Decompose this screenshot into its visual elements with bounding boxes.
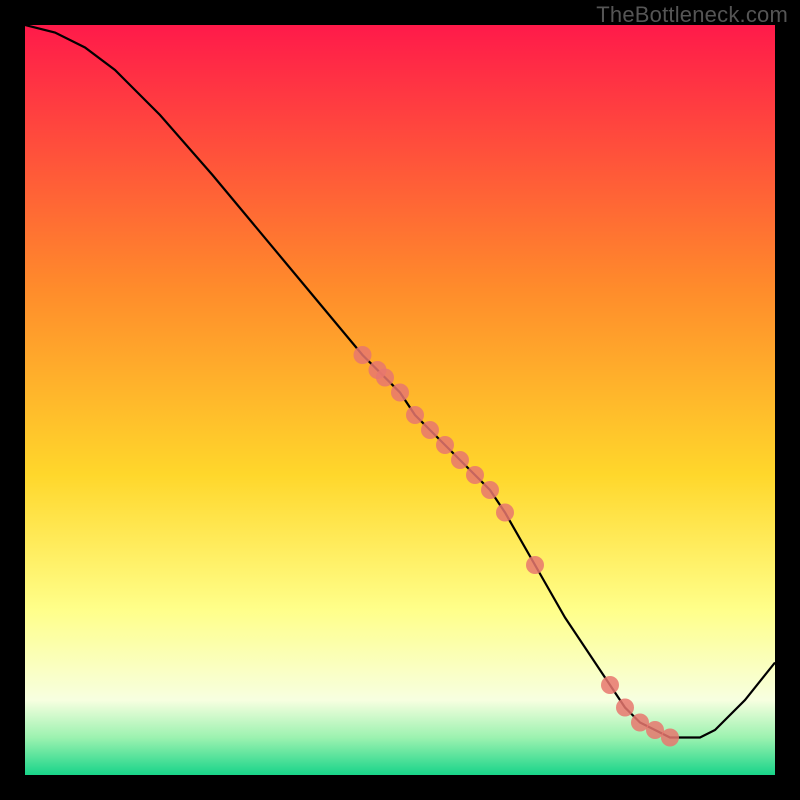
plot-area: [25, 25, 775, 775]
data-point: [391, 384, 409, 402]
data-point: [466, 466, 484, 484]
chart-svg: [25, 25, 775, 775]
data-point: [451, 451, 469, 469]
data-point: [526, 556, 544, 574]
data-point: [376, 369, 394, 387]
watermark-label: TheBottleneck.com: [596, 2, 788, 28]
data-point: [406, 406, 424, 424]
chart-stage: TheBottleneck.com: [0, 0, 800, 800]
data-point: [616, 699, 634, 717]
data-point: [481, 481, 499, 499]
data-point: [421, 421, 439, 439]
data-point: [436, 436, 454, 454]
data-point: [661, 729, 679, 747]
data-point: [601, 676, 619, 694]
data-point: [496, 504, 514, 522]
data-point: [354, 346, 372, 364]
